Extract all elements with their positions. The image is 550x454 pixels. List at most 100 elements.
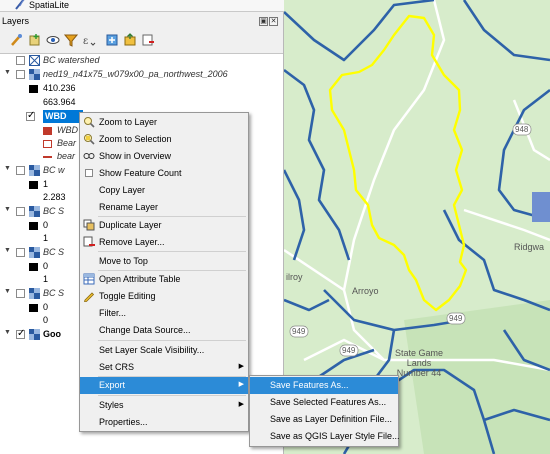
menu-rename-layer[interactable]: Rename Layer — [80, 199, 248, 216]
layer-label: BC S — [43, 247, 65, 257]
layer-visibility-checkbox[interactable] — [26, 110, 35, 121]
layer-visibility-checkbox[interactable] — [16, 56, 25, 65]
menu-save-layer-definition[interactable]: Save as Layer Definition File... — [250, 411, 398, 428]
menu-remove-layer[interactable]: Remove Layer... — [80, 234, 248, 251]
legend-value: 2.283 — [43, 192, 66, 202]
menu-label: Move to Top — [99, 256, 148, 266]
town-gilroy-label: ilroy — [286, 272, 303, 282]
legend-swatch — [29, 85, 38, 93]
menu-change-data-source[interactable]: Change Data Source... — [80, 322, 248, 339]
collapse-arrow-icon[interactable]: ▼ — [4, 69, 11, 76]
layer-label: BC watershed — [43, 55, 100, 65]
menu-label: Save Features As... — [270, 380, 349, 390]
menu-label: Remove Layer... — [99, 237, 165, 247]
menu-label: Export — [99, 380, 126, 390]
layer-label: BC w — [43, 165, 65, 175]
menu-save-features-as[interactable]: Save Features As... — [250, 377, 398, 394]
layer-label: BC S — [43, 288, 65, 298]
table-icon — [83, 273, 95, 285]
raster-layer-icon — [29, 206, 40, 217]
feather-icon — [15, 0, 25, 10]
float-panel-button[interactable]: ▣ — [259, 17, 268, 26]
layer-row-bc-watershed[interactable]: BC watershed — [0, 54, 283, 67]
browser-spatialite-row[interactable]: SpatiaLite — [0, 0, 284, 12]
visibility-eye-icon[interactable] — [46, 33, 60, 47]
menu-save-selected-features-as[interactable]: Save Selected Features As... — [250, 394, 398, 411]
menu-toggle-editing[interactable]: Toggle Editing — [80, 288, 248, 305]
expand-all-icon[interactable] — [105, 33, 119, 47]
menu-properties[interactable]: Properties... — [80, 414, 248, 431]
layer-visibility-checkbox[interactable] — [16, 248, 25, 257]
collapse-arrow-icon[interactable]: ▼ — [4, 329, 11, 336]
legend-line — [43, 156, 52, 158]
legend-value: 0 — [43, 261, 49, 271]
menu-export[interactable]: Export ▶ — [80, 377, 248, 394]
layer-visibility-checkbox[interactable] — [16, 70, 25, 79]
legend-swatch — [29, 263, 38, 271]
legend-swatch — [43, 127, 52, 135]
menu-save-qgis-layer-style[interactable]: Save as QGIS Layer Style File... — [250, 428, 400, 445]
missing-layer-icon — [29, 55, 40, 66]
menu-copy-layer[interactable]: Copy Layer — [80, 182, 248, 199]
menu-filter[interactable]: Filter... — [80, 305, 248, 322]
legend-value: 1 — [43, 274, 49, 284]
menu-set-crs[interactable]: Set CRS ▶ — [80, 359, 248, 376]
menu-label: Open Attribute Table — [99, 274, 181, 284]
watershed-boundary[interactable] — [328, 14, 468, 312]
zoom-layer-icon — [84, 117, 95, 128]
layer-label: Goo — [43, 329, 61, 339]
raster-layer-icon — [29, 165, 40, 176]
menu-show-in-overview[interactable]: Show in Overview — [80, 148, 248, 165]
collapse-arrow-icon[interactable]: ▼ — [4, 247, 11, 254]
legend-value: 663.964 — [43, 97, 76, 107]
menu-label: Save as Layer Definition File... — [270, 414, 393, 424]
feature-count-checkbox[interactable] — [85, 169, 93, 177]
road-948-label: 948 — [515, 125, 529, 134]
remove-layer-icon[interactable] — [141, 33, 155, 47]
road-949-label-2: 949 — [342, 346, 356, 355]
menu-move-to-top[interactable]: Move to Top — [80, 253, 248, 270]
legend-value: 1 — [43, 233, 49, 243]
spatialite-label: SpatiaLite — [29, 0, 70, 10]
layer-visibility-checkbox[interactable] — [16, 328, 25, 339]
menu-label: Set Layer Scale Visibility... — [99, 345, 205, 355]
menu-separator — [98, 251, 246, 252]
panel-title: Layers — [2, 16, 30, 26]
menu-label: Save as QGIS Layer Style File... — [270, 431, 400, 441]
menu-show-feature-count[interactable]: Show Feature Count — [80, 165, 248, 182]
layer-visibility-checkbox[interactable] — [16, 207, 25, 216]
legend-swatch — [43, 140, 52, 148]
road-949-label-3: 949 — [292, 327, 306, 336]
panel-title-buttons: ▣ ✕ — [258, 15, 278, 26]
menu-duplicate-layer[interactable]: Duplicate Layer — [80, 217, 248, 234]
layer-label: ned19_n41x75_w079x00_pa_northwest_2006 — [43, 69, 228, 79]
layer-visibility-checkbox[interactable] — [16, 166, 25, 175]
menu-open-attribute-table[interactable]: Open Attribute Table — [80, 271, 248, 288]
collapse-all-icon[interactable] — [123, 33, 137, 47]
menu-zoom-to-selection[interactable]: Zoom to Selection — [80, 131, 248, 148]
collapse-arrow-icon[interactable]: ▼ — [4, 288, 11, 295]
duplicate-icon — [83, 219, 95, 231]
filter-icon[interactable] — [64, 33, 78, 47]
close-panel-button[interactable]: ✕ — [269, 17, 278, 26]
submenu-arrow-icon: ▶ — [238, 363, 244, 370]
export-submenu: Save Features As... Save Selected Featur… — [249, 375, 400, 447]
layer-row-ned19[interactable]: ▼ ned19_n41x75_w079x00_pa_northwest_2006 — [0, 68, 283, 81]
add-group-icon[interactable] — [28, 33, 42, 47]
collapse-arrow-icon[interactable]: ▼ — [4, 165, 11, 172]
expression-filter-icon[interactable]: ε — [82, 33, 96, 47]
svg-text:ε: ε — [83, 36, 88, 47]
raster-layer-icon — [29, 288, 40, 299]
menu-styles[interactable]: Styles ▶ — [80, 397, 248, 414]
lake-patch — [532, 192, 550, 222]
menu-label: Save Selected Features As... — [270, 397, 387, 407]
collapse-arrow-icon[interactable]: ▼ — [4, 206, 11, 213]
menu-separator — [98, 340, 246, 341]
layer-visibility-checkbox[interactable] — [16, 289, 25, 298]
remove-icon — [83, 236, 95, 247]
style-brush-icon[interactable] — [10, 33, 24, 47]
menu-label: Show Feature Count — [99, 168, 182, 178]
menu-set-layer-scale-visibility[interactable]: Set Layer Scale Visibility... — [80, 342, 248, 359]
legend-value: 0 — [43, 220, 49, 230]
menu-zoom-to-layer[interactable]: Zoom to Layer — [80, 114, 248, 131]
